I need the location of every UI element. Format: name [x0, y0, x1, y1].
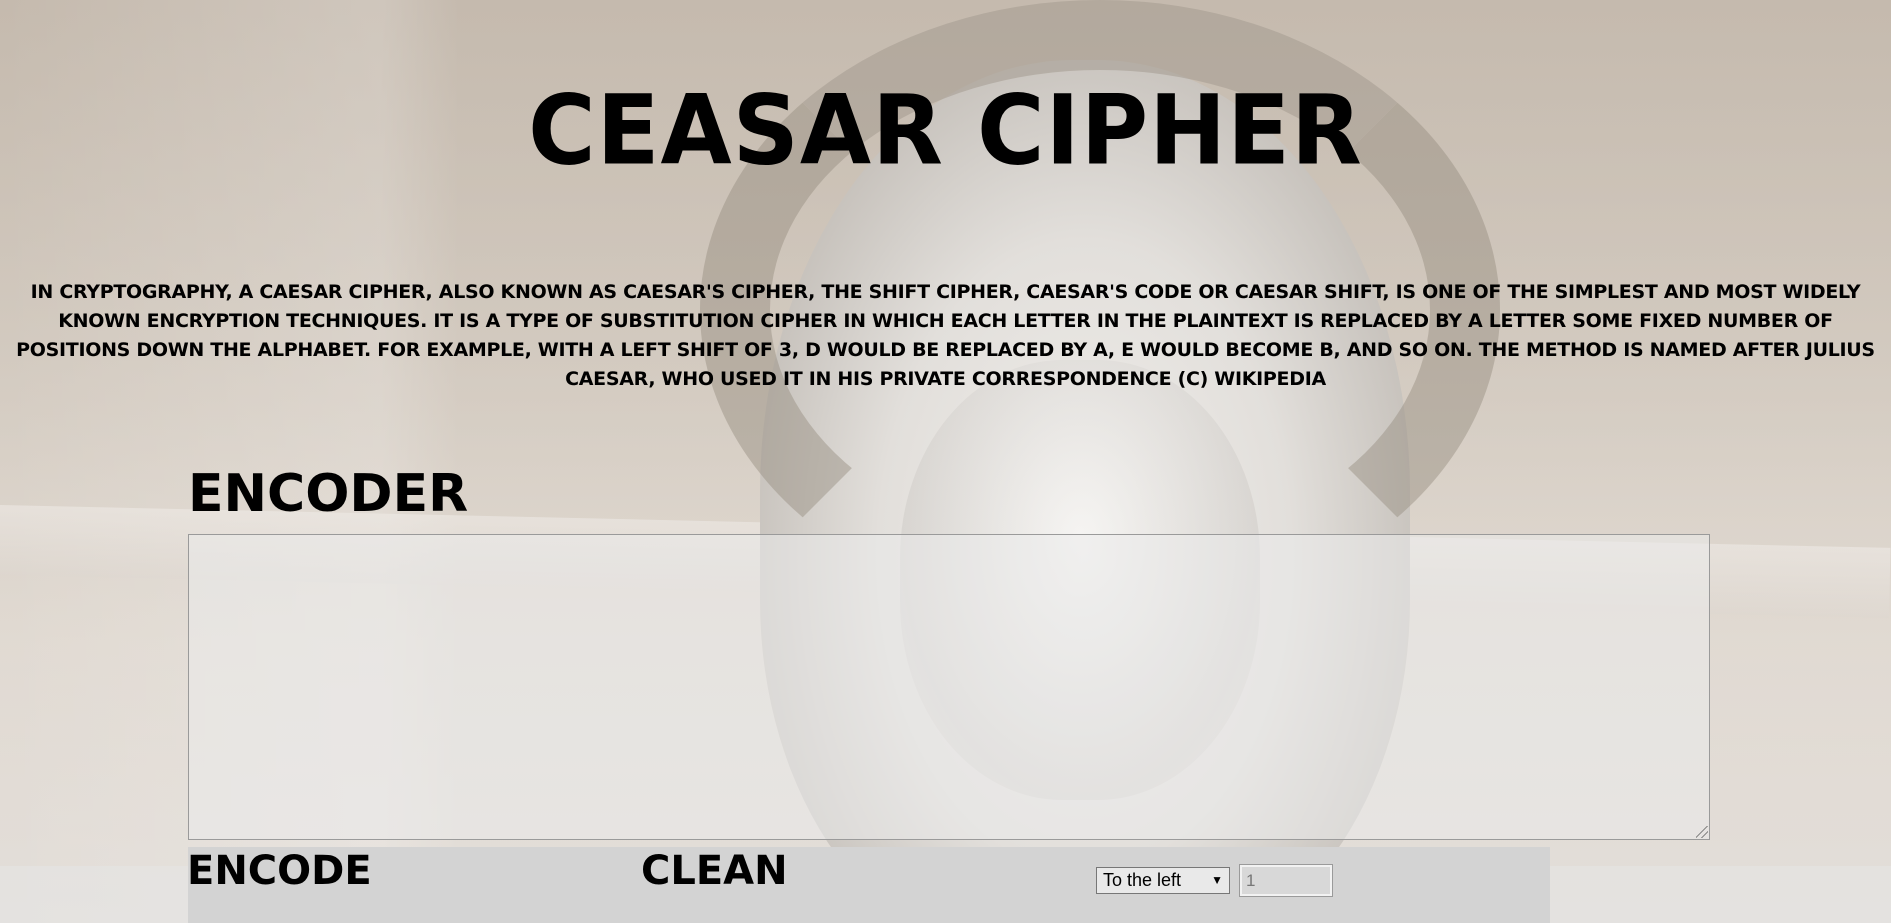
encode-button[interactable]: ENCODE	[187, 846, 372, 896]
encoder-controls-panel	[188, 847, 1550, 923]
shift-amount-input[interactable]	[1239, 864, 1333, 897]
clean-button[interactable]: CLEAN	[641, 846, 788, 896]
shift-direction-select[interactable]: To the left ▼	[1096, 867, 1230, 894]
page-title: CEASAR CIPHER	[528, 74, 1363, 187]
chevron-down-icon: ▼	[1211, 873, 1223, 887]
shift-direction-value: To the left	[1103, 870, 1182, 890]
resize-grip-icon[interactable]	[1696, 826, 1708, 838]
encoder-textarea[interactable]	[188, 534, 1710, 840]
intro-paragraph: In cryptography, a Caesar cipher, also k…	[16, 281, 1875, 390]
encoder-heading: ENCODER	[188, 464, 469, 524]
